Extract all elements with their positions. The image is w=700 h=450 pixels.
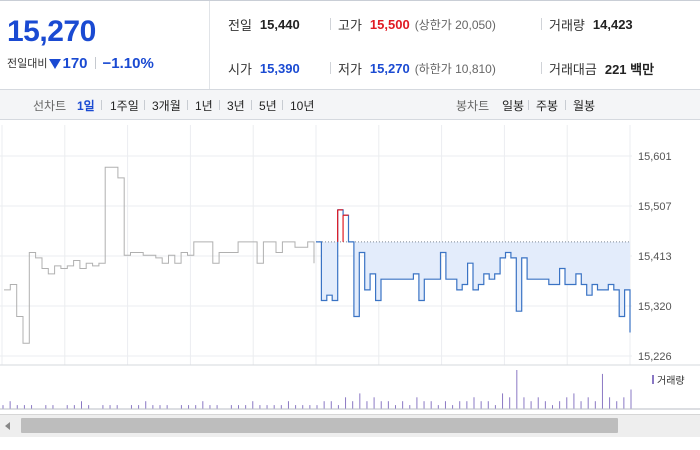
candle-monthly-tab[interactable]: 월봉 — [573, 97, 595, 114]
stat-divider — [541, 62, 542, 74]
y-axis-ticks: 15,601 15,507 15,413 15,320 15,226 — [638, 151, 672, 363]
high-value: 15,500 — [369, 17, 410, 32]
stat-divider — [541, 18, 542, 30]
volume-legend-swatch — [652, 375, 654, 384]
low-value: 15,270 — [369, 61, 410, 76]
period-divider — [528, 100, 529, 110]
period-1w-tab[interactable]: 1주일 — [110, 97, 139, 114]
prev-close-stat: 전일 15,440 — [228, 15, 300, 34]
price-chart: 15,601 15,507 15,413 15,320 15,226 — [0, 125, 700, 410]
current-price-block: 15,270 전일대비 170 −1.10% — [0, 1, 210, 89]
stat-divider — [330, 18, 331, 30]
volume-legend: 거래량 — [652, 372, 685, 387]
volume-label: 거래량 — [549, 18, 585, 33]
open-stat: 시가 15,390 — [228, 59, 300, 78]
previous-day-line — [4, 166, 315, 344]
volume-value: 14,423 — [592, 17, 633, 32]
amount-label: 거래대금 — [549, 62, 597, 77]
upper-limit: (상한가 20,050) — [414, 18, 496, 32]
stat-divider — [330, 62, 331, 74]
open-label: 시가 — [228, 62, 252, 77]
volume-legend-label: 거래량 — [657, 376, 685, 387]
period-1d-tab[interactable]: 1일 — [77, 97, 95, 114]
high-stat: 고가 15,500 (상한가 20,050) — [338, 15, 496, 34]
period-divider — [251, 100, 252, 110]
price-plot — [4, 166, 631, 344]
change-value: 170 — [62, 54, 88, 72]
down-triangle-icon — [49, 58, 62, 69]
high-label: 고가 — [338, 18, 362, 33]
amount-value: 221 백만 — [604, 62, 655, 77]
price-summary: 15,270 전일대비 170 −1.10% 전일 15,440 고가 15,5… — [0, 1, 700, 90]
period-divider — [101, 100, 102, 110]
low-stat: 저가 15,270 (하한가 10,810) — [338, 59, 496, 78]
scroll-thumb[interactable] — [21, 418, 618, 433]
change-row: 전일대비 170 −1.10% — [7, 54, 154, 72]
change-label: 전일대비 — [7, 58, 48, 70]
candle-chart-label: 봉차트 — [456, 99, 490, 113]
low-label: 저가 — [338, 62, 362, 77]
scroll-left-arrow-icon[interactable] — [5, 422, 10, 430]
period-divider — [219, 100, 220, 110]
period-divider — [187, 100, 188, 110]
candle-weekly-tab[interactable]: 주봉 — [536, 97, 558, 114]
change-divider — [94, 57, 96, 69]
y-tick-label: 15,320 — [638, 301, 672, 313]
prev-close-value: 15,440 — [259, 17, 300, 32]
line-chart-label: 선차트 — [33, 99, 67, 113]
period-bar: 선차트 1일 1주일 3개월 1년 3년 5년 10년 봉차트 일봉 주봉 월봉 — [0, 90, 700, 120]
candle-daily-tab[interactable]: 일봉 — [502, 97, 524, 114]
change-rate: −1.10% — [102, 54, 154, 72]
period-3m-tab[interactable]: 3개월 — [152, 97, 181, 114]
period-divider — [282, 100, 283, 110]
period-3y-tab[interactable]: 3년 — [227, 97, 245, 114]
y-tick-label: 15,413 — [638, 251, 672, 263]
y-tick-label: 15,507 — [638, 201, 672, 213]
y-tick-label: 15,601 — [638, 151, 672, 163]
period-1y-tab[interactable]: 1년 — [195, 97, 213, 114]
current-price: 15,270 — [7, 15, 96, 48]
period-divider — [144, 100, 145, 110]
open-value: 15,390 — [259, 61, 300, 76]
lower-limit: (하한가 10,810) — [414, 62, 496, 76]
volume-plot — [0, 370, 700, 410]
period-divider — [565, 100, 566, 110]
y-tick-label: 15,226 — [638, 351, 672, 363]
period-5y-tab[interactable]: 5년 — [259, 97, 277, 114]
volume-stat: 거래량 14,423 — [549, 15, 633, 34]
prev-close-label: 전일 — [228, 18, 252, 33]
amount-stat: 거래대금 221 백만 — [549, 59, 654, 78]
period-10y-tab[interactable]: 10년 — [290, 97, 314, 114]
chart-scrollbar[interactable] — [0, 414, 700, 437]
